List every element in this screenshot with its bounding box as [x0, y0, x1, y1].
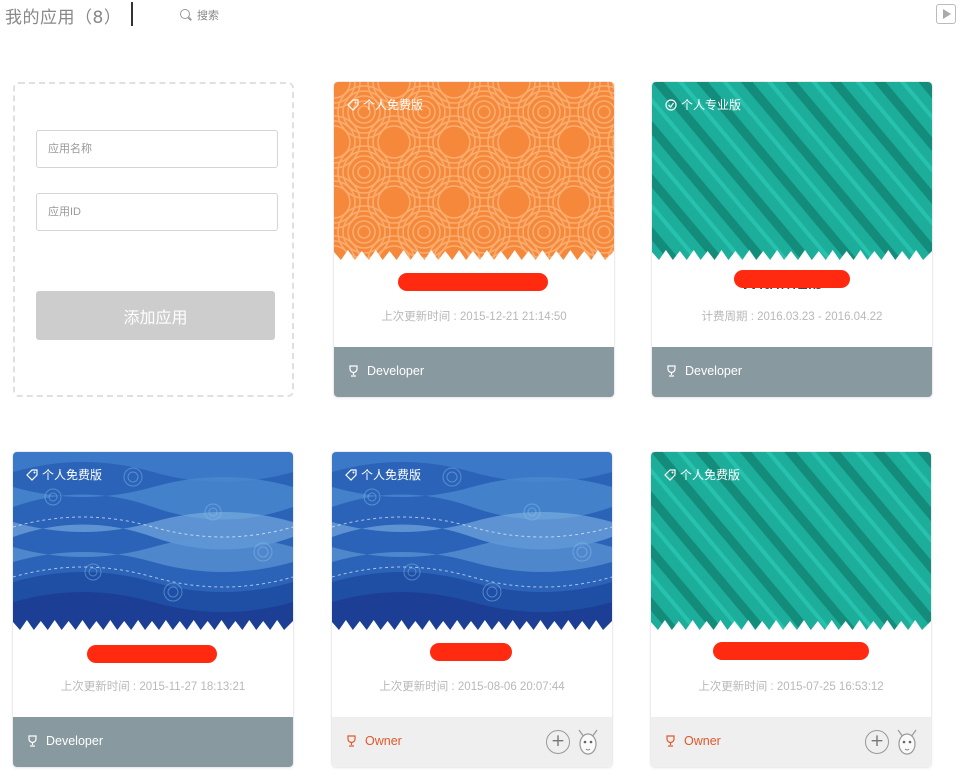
edition-badge: 个人免费版: [26, 466, 102, 483]
app-card[interactable]: 个人免费版 上次更新时间 : 2015-11-27 18:13:21 Devel…: [12, 451, 294, 768]
edition-label: 个人免费版: [363, 98, 424, 112]
edition-label: 个人免费版: [42, 468, 103, 482]
role: Developer: [666, 364, 742, 378]
app-name-redaction: [430, 643, 512, 661]
card-footer: Developer: [13, 717, 293, 767]
edition-label: 个人免费版: [361, 468, 422, 482]
app-name-redaction: [398, 273, 548, 291]
trophy-icon: [347, 735, 356, 747]
edition-badge: 个人免费版: [664, 466, 740, 483]
tag-icon: [664, 468, 676, 481]
trophy-icon: [28, 735, 37, 747]
tag-icon: [347, 98, 359, 111]
app-name-input[interactable]: [36, 130, 278, 168]
avatar[interactable]: [576, 728, 600, 756]
app-name-redaction: [87, 645, 217, 663]
text-caret: [131, 2, 133, 26]
app-name-redaction: [734, 270, 850, 288]
trophy-icon: [666, 735, 675, 747]
role: Owner: [346, 734, 402, 748]
app-card[interactable]: 个人免费版 上次更新时间 : 2015-07-25 16:53:12 Owner…: [650, 451, 932, 768]
trophy-icon: [667, 365, 676, 377]
page-title: 我的应用（8）: [5, 8, 122, 28]
role: Developer: [27, 734, 103, 748]
role-label: Developer: [367, 364, 424, 378]
app-card[interactable]: 个人免费版 上次更新时间 : 2015-08-06 20:07:44 Owner…: [331, 451, 613, 768]
search-box[interactable]: 搜索: [180, 7, 219, 23]
play-icon[interactable]: [936, 4, 956, 24]
update-time: 上次更新时间 : 2015-07-25 16:53:12: [698, 681, 884, 693]
update-time: 上次更新时间 : 2015-08-06 20:07:44: [379, 681, 565, 693]
tag-icon: [345, 468, 357, 481]
role-label: Developer: [685, 364, 742, 378]
add-app-card: 添加应用: [13, 82, 294, 397]
billing-period: 计费周期 : 2016.03.23 - 2016.04.22: [701, 311, 883, 323]
edition-badge: 个人免费版: [345, 466, 421, 483]
avatar[interactable]: [895, 728, 919, 756]
update-time: 上次更新时间 : 2015-11-27 18:13:21: [60, 681, 246, 693]
edition-label: 个人免费版: [680, 468, 741, 482]
update-time: 上次更新时间 : 2015-12-21 21:14:50: [381, 311, 567, 323]
card-footer: Owner +: [651, 717, 931, 767]
app-name-redaction: [713, 642, 869, 660]
tag-icon: [26, 468, 38, 481]
card-footer: Developer: [652, 347, 932, 397]
app-card[interactable]: 个人专业版 WithMLib 计费周期 : 2016.03.23 - 2016.…: [651, 81, 933, 398]
badge-icon: [665, 98, 677, 111]
role: Owner: [665, 734, 721, 748]
app-id-input[interactable]: [36, 193, 278, 231]
card-footer: Developer: [334, 347, 614, 397]
app-card[interactable]: 个人免费版 上次更新时间 : 2015-12-21 21:14:50 Devel…: [333, 81, 615, 398]
role: Developer: [348, 364, 424, 378]
edition-badge: 个人专业版: [665, 96, 741, 113]
role-label: Owner: [684, 734, 721, 748]
add-app-button[interactable]: 添加应用: [36, 291, 275, 340]
card-footer: Owner +: [332, 717, 612, 767]
edition-label: 个人专业版: [681, 98, 742, 112]
header: 我的应用（8） 搜索: [0, 0, 968, 30]
add-member-button[interactable]: +: [546, 730, 570, 754]
search-label: 搜索: [197, 9, 219, 22]
add-member-button[interactable]: +: [865, 730, 889, 754]
search-icon: [180, 8, 193, 22]
role-label: Owner: [365, 734, 402, 748]
trophy-icon: [349, 365, 358, 377]
edition-badge: 个人免费版: [347, 96, 423, 113]
role-label: Developer: [46, 734, 103, 748]
